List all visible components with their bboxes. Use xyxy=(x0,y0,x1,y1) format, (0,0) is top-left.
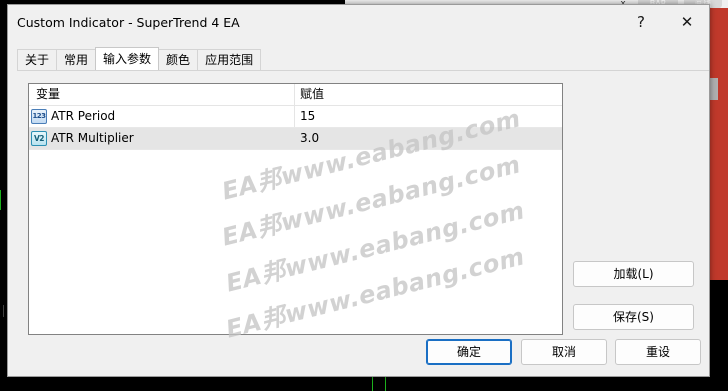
table-header: 变量 赋值 xyxy=(29,84,562,106)
background-candle-line xyxy=(3,305,4,317)
tab-strip: 关于 常用 输入参数 颜色 应用范围 xyxy=(17,47,262,71)
save-button[interactable]: 保存(S) xyxy=(573,304,694,330)
close-button[interactable]: ✕ xyxy=(678,13,696,31)
parameter-name: ATR Period xyxy=(51,109,116,123)
background-candle-line xyxy=(385,377,386,391)
table-row[interactable]: 123 ATR Period 15 xyxy=(29,106,562,128)
tab-visualization[interactable]: 应用范围 xyxy=(197,49,262,70)
load-button[interactable]: 加载(L) xyxy=(573,261,694,287)
int-param-icon: 123 xyxy=(31,109,47,124)
tab-common[interactable]: 常用 xyxy=(56,49,97,70)
parameter-value[interactable]: 3.0 xyxy=(295,128,562,149)
reset-button[interactable]: 重设 xyxy=(615,339,701,365)
tab-about[interactable]: 关于 xyxy=(17,49,58,70)
double-param-icon: V2 xyxy=(31,131,47,146)
help-button[interactable]: ? xyxy=(632,13,650,31)
tab-colors[interactable]: 颜色 xyxy=(158,49,199,70)
input-parameters-table: 变量 赋值 123 ATR Period 15 V2 ATR Multiplie… xyxy=(28,83,563,335)
dialog-title: Custom Indicator - SuperTrend 4 EA xyxy=(17,15,240,30)
parameter-name: ATR Multiplier xyxy=(51,131,134,145)
column-header-variable[interactable]: 变量 xyxy=(29,84,295,105)
parameter-name-cell: V2 ATR Multiplier xyxy=(29,128,295,149)
cancel-button[interactable]: 取消 xyxy=(521,339,607,365)
ok-button[interactable]: 确定 xyxy=(426,339,512,365)
custom-indicator-dialog: Custom Indicator - SuperTrend 4 EA ? ✕ 关… xyxy=(7,4,710,377)
tab-inputs[interactable]: 输入参数 xyxy=(95,47,160,70)
background-chart-panel xyxy=(708,8,728,280)
column-header-value[interactable]: 赋值 xyxy=(295,84,562,105)
background-candle-line xyxy=(372,377,373,391)
parameter-name-cell: 123 ATR Period xyxy=(29,106,295,127)
parameter-value[interactable]: 15 xyxy=(295,106,562,127)
table-row[interactable]: V2 ATR Multiplier 3.0 xyxy=(29,128,562,150)
background-candle-line xyxy=(0,190,1,210)
